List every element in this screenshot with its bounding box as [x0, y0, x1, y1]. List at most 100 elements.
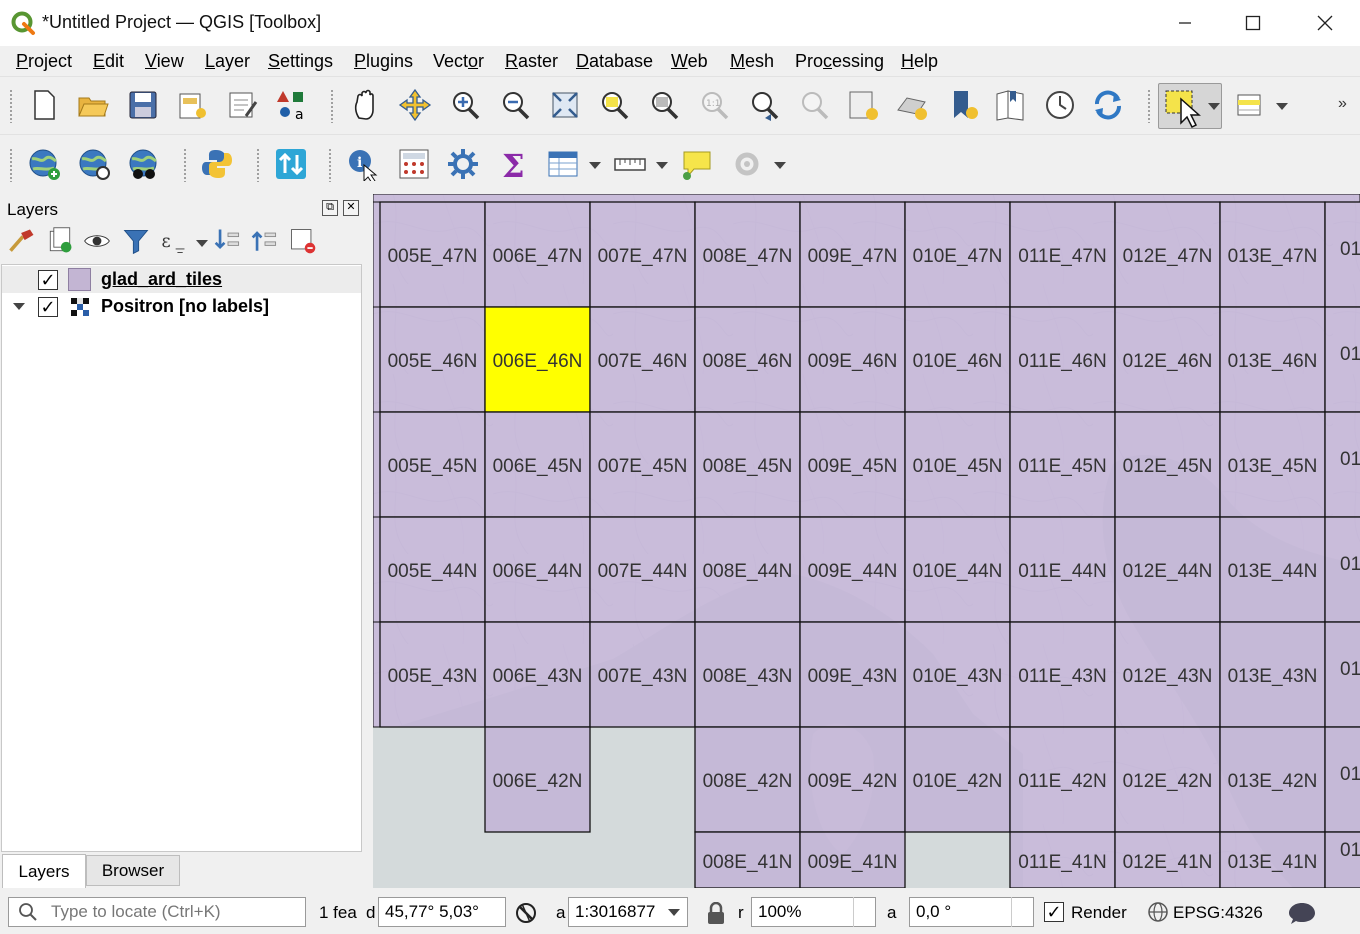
save-project-icon[interactable]	[125, 87, 161, 123]
tile-partial[interactable]	[373, 621, 381, 728]
menu-processing[interactable]: Processing	[795, 51, 884, 72]
settings-dropdown-arrow-icon[interactable]	[774, 162, 786, 169]
layer-visibility-checkbox[interactable]: ✓	[38, 297, 58, 317]
scale-dropdown-arrow-icon[interactable]	[668, 909, 680, 916]
toolbar-grip[interactable]	[183, 148, 187, 182]
statistical-summary-icon[interactable]: Σ	[495, 146, 531, 182]
magnifier-spinner[interactable]	[853, 897, 875, 927]
metasearch-icon[interactable]	[126, 146, 162, 182]
style-layer-icon[interactable]	[7, 226, 41, 260]
toolbar-grip[interactable]	[330, 89, 334, 123]
layer-row-positron[interactable]: ✓ Positron [no labels]	[2, 293, 361, 320]
open-project-icon[interactable]	[75, 87, 111, 123]
new-project-icon[interactable]	[26, 87, 62, 123]
manage-visibility-icon[interactable]	[82, 226, 116, 260]
new-3d-map-view-icon[interactable]	[894, 87, 930, 123]
menu-project[interactable]: Project	[16, 51, 72, 72]
add-wfs-layer-icon[interactable]	[76, 146, 112, 182]
map-canvas[interactable]: 005E_47N 006E_47N 007E_47N 008E_47N 009E_47N…	[373, 194, 1360, 888]
tile-partial[interactable]	[373, 516, 381, 623]
layer-visibility-checkbox[interactable]: ✓	[38, 270, 58, 290]
refresh-icon[interactable]	[1090, 87, 1126, 123]
toolbar-grip[interactable]	[1147, 89, 1151, 123]
new-print-layout-icon[interactable]	[175, 87, 211, 123]
measure-line-icon[interactable]	[612, 146, 648, 182]
messages-icon[interactable]	[1288, 900, 1316, 926]
zoom-out-icon[interactable]	[497, 87, 533, 123]
toggle-extents-icon[interactable]	[513, 900, 539, 926]
identify-features-icon[interactable]: i	[345, 146, 381, 182]
crs-button[interactable]: EPSG:4326	[1173, 903, 1263, 923]
tile-label: 008E_42N	[703, 771, 793, 792]
zoom-to-selection-icon[interactable]	[596, 87, 632, 123]
attribute-selection-icon[interactable]	[1233, 87, 1269, 123]
measure-dropdown-arrow-icon[interactable]	[656, 162, 668, 169]
toolbar-grip[interactable]	[256, 148, 260, 182]
close-panel-button[interactable]: ✕	[343, 200, 359, 216]
lock-scale-icon[interactable]	[706, 902, 726, 926]
tile-partial[interactable]	[373, 201, 381, 308]
pan-to-selection-icon[interactable]	[397, 87, 433, 123]
globe-crs-icon[interactable]	[1147, 901, 1169, 923]
zoom-full-icon[interactable]	[547, 87, 583, 123]
attribute-table-icon[interactable]	[545, 146, 581, 182]
temporal-controller-icon[interactable]	[1042, 87, 1078, 123]
toolbar-overflow-icon[interactable]: »	[1338, 95, 1347, 113]
render-checkbox[interactable]: ✓	[1044, 902, 1064, 922]
style-manager-icon[interactable]: a	[275, 87, 311, 123]
map-tips-icon[interactable]	[679, 146, 715, 182]
menu-web[interactable]: Web	[671, 51, 708, 72]
tab-browser[interactable]: Browser	[86, 855, 180, 886]
attribute-dropdown-arrow-icon[interactable]	[1276, 103, 1288, 110]
expand-all-icon[interactable]	[213, 226, 247, 260]
select-dropdown-arrow-icon[interactable]	[1208, 103, 1220, 110]
toolbar-grip[interactable]	[328, 148, 332, 182]
locator-search-input[interactable]: Type to locate (Ctrl+K)	[8, 897, 306, 927]
coordinate-field[interactable]: 45,77° 5,03°	[378, 897, 506, 927]
zoom-last-icon[interactable]	[746, 87, 782, 123]
menu-edit[interactable]: Edit	[93, 51, 124, 72]
maximize-button[interactable]	[1218, 0, 1288, 46]
menu-plugins[interactable]: Plugins	[354, 51, 413, 72]
menu-mesh[interactable]: Mesh	[730, 51, 774, 72]
sort-layers-icon[interactable]	[273, 146, 309, 182]
rotation-spinner[interactable]	[1011, 897, 1033, 927]
menu-vector[interactable]: Vector	[433, 51, 484, 72]
filter-expression-icon[interactable]: ε	[158, 226, 192, 260]
filter-expression-dropdown-arrow-icon[interactable]	[196, 240, 208, 247]
attribute-table-dropdown-arrow-icon[interactable]	[589, 162, 601, 169]
toolbar-grip[interactable]	[9, 148, 13, 182]
filter-legend-icon[interactable]	[121, 226, 155, 260]
zoom-to-layer-icon[interactable]	[646, 87, 682, 123]
menu-raster[interactable]: Raster	[505, 51, 558, 72]
menu-view[interactable]: View	[145, 51, 184, 72]
open-field-calculator-icon[interactable]	[396, 146, 432, 182]
layer-row-glad-ard-tiles[interactable]: ✓ glad_ard_tiles	[2, 266, 361, 293]
menu-database[interactable]: Database	[576, 51, 653, 72]
tab-layers[interactable]: Layers	[2, 854, 86, 888]
tile-partial[interactable]	[373, 411, 381, 518]
minimize-button[interactable]	[1150, 0, 1220, 46]
remove-layer-icon[interactable]	[288, 226, 322, 260]
processing-toolbox-icon[interactable]	[445, 146, 481, 182]
zoom-in-icon[interactable]	[447, 87, 483, 123]
layout-manager-icon[interactable]	[225, 87, 261, 123]
menu-help[interactable]: Help	[901, 51, 938, 72]
add-group-icon[interactable]	[45, 226, 79, 260]
collapse-all-icon[interactable]	[250, 226, 284, 260]
close-button[interactable]	[1290, 0, 1360, 46]
menu-layer[interactable]: Layer	[205, 51, 250, 72]
float-panel-button[interactable]: ⧉	[322, 200, 338, 216]
new-bookmark-icon[interactable]	[946, 87, 982, 123]
python-console-icon[interactable]	[199, 146, 235, 182]
menu-settings[interactable]: Settings	[268, 51, 333, 72]
new-map-view-icon[interactable]	[845, 87, 881, 123]
toolbar-grip[interactable]	[9, 89, 13, 123]
tile-partial[interactable]	[373, 306, 381, 413]
pan-map-icon[interactable]	[348, 87, 384, 123]
add-wms-layer-icon[interactable]	[26, 146, 62, 182]
tile-partial[interactable]	[373, 194, 1360, 203]
map-svg[interactable]: 005E_47N 006E_47N 007E_47N 008E_47N 009E_47N…	[373, 194, 1360, 888]
show-bookmarks-icon[interactable]	[992, 87, 1028, 123]
collapse-arrow-icon[interactable]	[12, 301, 26, 313]
